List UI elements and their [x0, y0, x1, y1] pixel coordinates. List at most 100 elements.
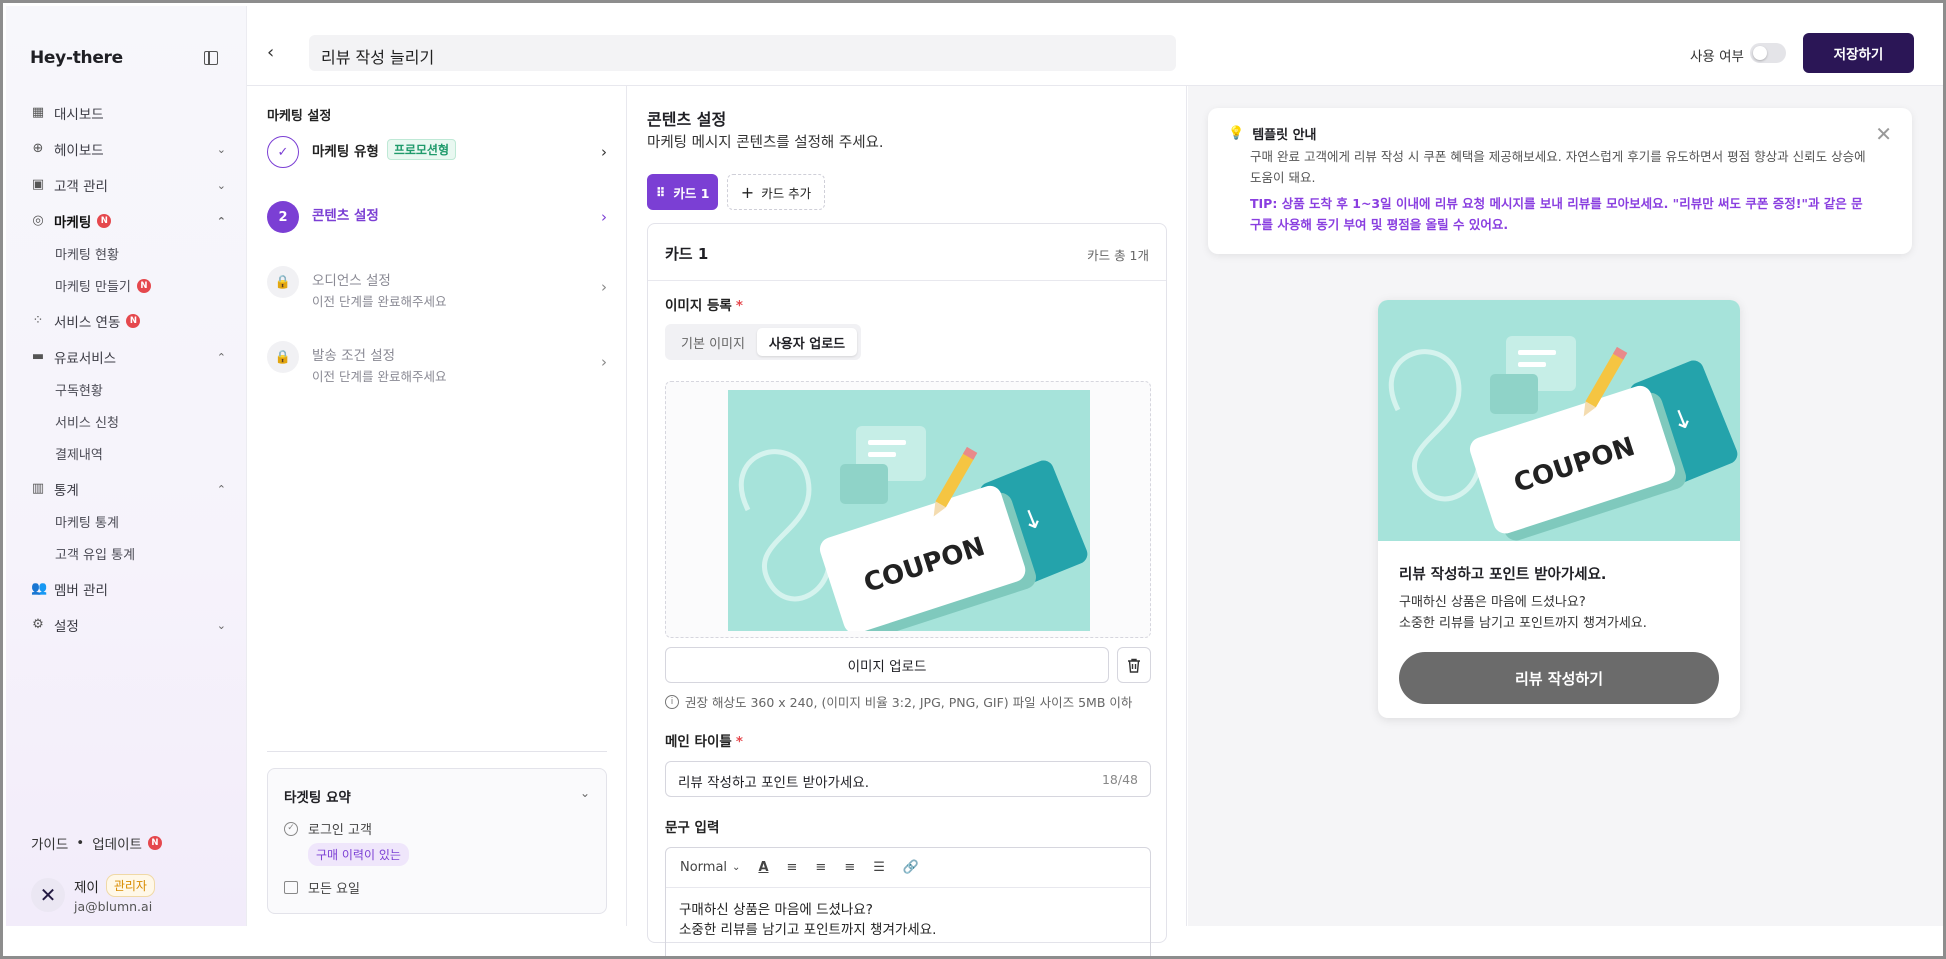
- chevron-right-icon: ›: [601, 353, 607, 371]
- chevron-down-icon: ⌄: [216, 178, 226, 192]
- update-link[interactable]: 업데이트: [92, 833, 142, 853]
- image-upload-button[interactable]: 이미지 업로드: [665, 647, 1109, 683]
- divider: [267, 751, 607, 752]
- sidebar-item-stats[interactable]: ▥ 통계 ⌃: [31, 479, 226, 500]
- targeting-summary[interactable]: 타겟팅 요약 ⌄ ✓ 로그인 고객 구매 이력이 있는 모든 요일: [267, 768, 607, 914]
- chevron-right-icon: ›: [601, 208, 607, 226]
- link-icon[interactable]: 🔗: [903, 860, 919, 875]
- app-logo: Hey-there: [30, 48, 123, 68]
- add-card-button[interactable]: + 카드 추가: [727, 174, 825, 210]
- char-counter: 18/48: [1101, 772, 1138, 787]
- chevron-down-icon: ⌄: [732, 862, 741, 873]
- chevron-right-icon: ›: [601, 143, 607, 161]
- save-button[interactable]: 저장하기: [1803, 33, 1914, 73]
- plus-circle-icon: ⊕: [32, 141, 44, 156]
- new-badge: N: [97, 214, 112, 228]
- marketing-title-input[interactable]: 리뷰 작성 늘리기: [309, 35, 1176, 71]
- preview-coupon-image: ↓ COUPON: [1378, 300, 1740, 541]
- sidebar-subitem-inflow-stats[interactable]: 고객 유입 통계: [55, 544, 135, 563]
- chevron-down-icon: ⌄: [216, 142, 226, 156]
- align-right-icon[interactable]: ≡: [844, 860, 855, 875]
- sidebar-subitem-service-apply[interactable]: 서비스 신청: [55, 412, 119, 431]
- tab-card-1[interactable]: ⠿ 카드 1: [647, 174, 718, 210]
- step-audience-settings[interactable]: 🔒 오디언스 설정 이전 단계를 완료해주세요 ›: [267, 266, 607, 309]
- coupon-illustration: ↓ COUPON: [728, 390, 1090, 631]
- sidebar-subitem-billing[interactable]: 결제내역: [55, 444, 103, 463]
- step-content-settings[interactable]: 2 콘텐츠 설정 ›: [267, 201, 607, 241]
- upload-hint: i 권장 해상도 360 x 240, (이미지 비율 3:2, JPG, PNG…: [665, 692, 1132, 711]
- chevron-up-icon: ⌃: [216, 482, 226, 496]
- user-email: ja@blumn.ai: [74, 899, 153, 914]
- body-text-editor[interactable]: Normal ⌄ A ≡ ≡ ≡ ☰ 🔗 구매하신 상품은 마음에 드셨나요? 소…: [665, 847, 1151, 956]
- use-toggle[interactable]: [1750, 43, 1786, 63]
- sidebar-item-dashboard[interactable]: ▦ 대시보드: [31, 103, 226, 124]
- chevron-up-icon: ⌃: [216, 214, 226, 228]
- align-center-icon[interactable]: ≡: [815, 860, 826, 875]
- sidebar-item-integrations[interactable]: ⁘ 서비스 연동 N: [31, 311, 226, 331]
- info-icon: i: [665, 694, 679, 709]
- grid-icon: ⁘: [32, 313, 44, 328]
- role-badge: 관리자: [105, 874, 155, 897]
- content-subtitle: 마케팅 메시지 콘텐츠를 설정해 주세요.: [647, 135, 884, 151]
- top-header: ‹ 리뷰 작성 늘리기 사용 여부 저장하기: [247, 6, 1943, 86]
- write-review-button[interactable]: 리뷰 작성하기: [1399, 652, 1719, 704]
- main-title-input[interactable]: 리뷰 작성하고 포인트 받아가세요. 18/48: [665, 761, 1151, 797]
- text-color-icon[interactable]: A: [758, 860, 768, 875]
- align-left-icon[interactable]: ≡: [787, 860, 798, 875]
- tab-user-upload[interactable]: 사용자 업로드: [757, 328, 857, 356]
- dot-separator: •: [76, 835, 85, 851]
- card-count: 카드 총 1개: [1087, 248, 1149, 263]
- avatar[interactable]: ✕: [31, 878, 65, 912]
- sidebar-item-paid-services[interactable]: ▬ 유료서비스 ⌃: [31, 347, 226, 368]
- image-source-toggle: 기본 이미지 사용자 업로드: [665, 324, 861, 360]
- steps-panel: 마케팅 설정 ✓ 마케팅 유형 프로모션형 › 2 콘텐츠 설정 › 🔒 오디언스…: [247, 86, 627, 926]
- sidebar-item-marketing[interactable]: ◎ 마케팅 N ⌃: [31, 211, 226, 232]
- drag-handle-icon[interactable]: ⠿: [656, 185, 666, 200]
- footer-links: 가이드 • 업데이트 N: [31, 833, 162, 853]
- lock-icon: 🔒: [267, 266, 299, 298]
- new-badge: N: [136, 278, 151, 293]
- purchase-history-chip: 구매 이력이 있는: [308, 843, 409, 866]
- align-justify-icon[interactable]: ☰: [873, 860, 885, 875]
- promo-tag: 프로모션형: [386, 139, 457, 160]
- trash-icon[interactable]: [1117, 647, 1151, 683]
- step-send-conditions[interactable]: 🔒 발송 조건 설정 이전 단계를 완료해주세요 ›: [267, 341, 607, 384]
- card-title: 카드 1: [665, 245, 709, 263]
- template-guide-description: 구매 완료 고객에게 리뷰 작성 시 쿠폰 혜택을 제공해보세요. 자연스럽게 …: [1250, 149, 1866, 185]
- content-panel: 콘텐츠 설정 마케팅 메시지 콘텐츠를 설정해 주세요. ⠿ 카드 1 + 카드 추…: [627, 86, 1187, 956]
- sidebar-item-members[interactable]: 👥 멤버 관리: [31, 579, 226, 600]
- new-badge: N: [126, 314, 141, 328]
- preview-panel: 💡 템플릿 안내 구매 완료 고객에게 리뷰 작성 시 쿠폰 혜택을 제공해보세요…: [1188, 86, 1943, 926]
- sidebar-item-heyboard[interactable]: ⊕ 헤이보드 ⌄: [31, 139, 226, 160]
- plus-icon: +: [740, 182, 755, 202]
- chevron-down-icon[interactable]: ⌄: [580, 786, 590, 800]
- dashboard-icon: ▦: [31, 105, 45, 120]
- sidebar-item-settings[interactable]: ⚙ 설정 ⌄: [31, 615, 226, 636]
- customer-icon: ▣: [31, 177, 45, 192]
- sidebar-item-customers[interactable]: ▣ 고객 관리 ⌄: [31, 175, 226, 196]
- message-preview-card: ↓ COUPON 리뷰 작성하고 포인트 받아가세요. 구매하신 상품은 마음에…: [1378, 300, 1740, 718]
- guide-link[interactable]: 가이드: [31, 833, 68, 853]
- sidebar-subitem-marketing-create[interactable]: 마케팅 만들기 N: [55, 276, 151, 295]
- close-icon[interactable]: ✕: [1875, 122, 1892, 146]
- sidebar-subitem-subscription[interactable]: 구독현황: [55, 380, 103, 399]
- sidebar-subitem-marketing-status[interactable]: 마케팅 현황: [55, 244, 119, 263]
- preview-card-body: 구매하신 상품은 마음에 드셨나요? 소중한 리뷰를 남기고 포인트까지 챙겨가…: [1399, 595, 1647, 631]
- step-marketing-type[interactable]: ✓ 마케팅 유형 프로모션형 ›: [267, 136, 607, 176]
- image-dropzone[interactable]: ↓ COUPON: [665, 381, 1151, 638]
- template-guide: 💡 템플릿 안내 구매 완료 고객에게 리뷰 작성 시 쿠폰 혜택을 제공해보세요…: [1208, 108, 1912, 254]
- app-window: Hey-there ▦ 대시보드 ⊕ 헤이보드 ⌄ ▣ 고객 관리 ⌄ ◎ 마케팅 N ⌃ 마케…: [0, 0, 1946, 959]
- sidebar-subitem-marketing-stats[interactable]: 마케팅 통계: [55, 512, 119, 531]
- back-chevron-icon[interactable]: ‹: [267, 42, 274, 63]
- bar-chart-icon: ▥: [31, 481, 45, 496]
- template-guide-tip: TIP: 상품 도착 후 1~3일 이내에 리뷰 요청 메시지를 보내 리뷰를 …: [1250, 196, 1863, 232]
- calendar-icon: [284, 881, 298, 894]
- body-text-label: 문구 입력: [665, 820, 720, 836]
- format-select[interactable]: Normal ⌄: [680, 860, 740, 875]
- sidebar-toggle-icon[interactable]: [204, 51, 218, 65]
- editor-body[interactable]: 구매하신 상품은 마음에 드셨나요? 소중한 리뷰를 남기고 포인트까지 챙겨가…: [679, 900, 936, 940]
- step-number: 2: [267, 201, 299, 233]
- image-label: 이미지 등록 *: [665, 298, 743, 314]
- tab-default-image[interactable]: 기본 이미지: [669, 328, 757, 356]
- new-badge: N: [147, 836, 162, 850]
